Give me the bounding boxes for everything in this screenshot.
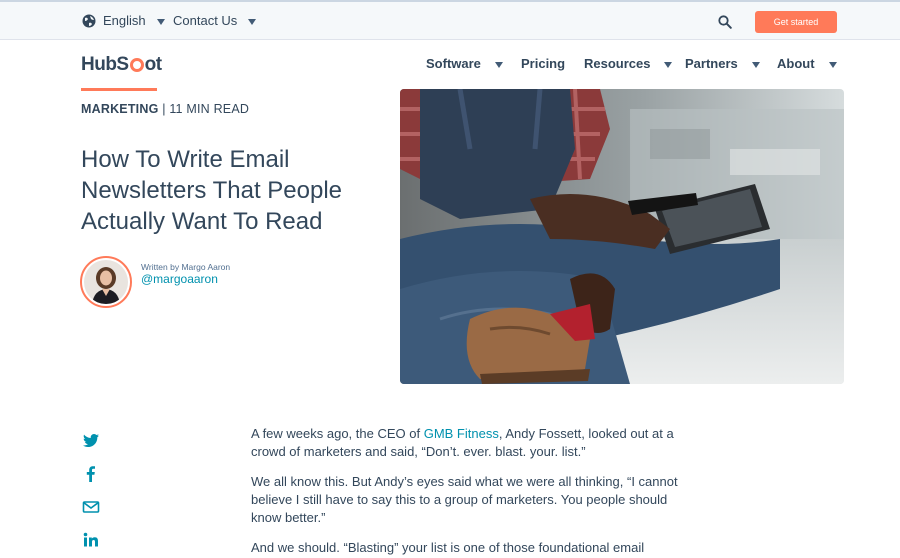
paragraph-text: A few weeks ago, the CEO of [251,426,424,441]
topic-link[interactable]: MARKETING [81,102,159,116]
nav-software[interactable]: Software [426,56,503,71]
nav-partners-label: Partners [685,56,738,71]
facebook-icon[interactable] [82,465,100,483]
nav-about-label: About [777,56,815,71]
nav-pricing-label: Pricing [521,56,566,71]
globe-icon [82,14,96,27]
author-handle-link[interactable]: @margoaaron [141,272,218,286]
author-byline: Written by Margo Aaron [141,262,231,272]
search-icon[interactable] [718,15,732,29]
logo-text-end: ot [144,54,162,75]
topic-line: MARKETING | 11 MIN READ [81,102,249,116]
topic-accent-rule [81,88,157,91]
nav-pricing[interactable]: Pricing [521,56,565,71]
utility-bar: English Contact Us Get started [0,0,900,40]
email-icon[interactable] [82,498,100,516]
twitter-icon[interactable] [82,432,100,450]
nav-software-label: Software [426,56,481,71]
chevron-down-icon [494,61,503,68]
article-body: A few weeks ago, the CEO of GMB Fitness,… [251,425,681,558]
chevron-down-icon [248,18,257,25]
body-paragraph-2: We all know this. But Andy’s eyes said w… [251,474,678,525]
article-title: How To Write Email Newsletters That Peop… [81,146,343,235]
language-selector[interactable]: English [82,13,165,28]
nav-resources[interactable]: Resources [584,56,673,71]
linkedin-icon[interactable] [82,531,100,549]
gmb-fitness-link[interactable]: GMB Fitness [424,426,499,441]
nav-resources-label: Resources [584,56,651,71]
nav-about[interactable]: About [777,56,837,71]
nav-partners[interactable]: Partners [685,56,760,71]
hubspot-logo[interactable]: HubS ot [81,52,162,78]
sprocket-icon [129,58,144,72]
chevron-down-icon [751,61,760,68]
body-paragraph-1: A few weeks ago, the CEO of GMB Fitness,… [251,425,681,461]
chevron-down-icon [156,18,165,25]
chevron-down-icon [828,61,837,68]
read-time: 11 MIN READ [169,102,250,116]
chevron-down-icon [664,61,673,68]
body-paragraph-3: And we should. “Blasting” your list is o… [251,540,645,555]
topic-separator: | [162,102,166,116]
contact-us-label: Contact Us [173,13,238,28]
author-avatar[interactable] [80,256,132,308]
hero-image [400,89,844,384]
get-started-button[interactable]: Get started [755,11,837,33]
language-label: English [103,13,146,28]
logo-text-start: HubS [81,54,129,75]
contact-us-menu[interactable]: Contact Us [173,13,257,28]
